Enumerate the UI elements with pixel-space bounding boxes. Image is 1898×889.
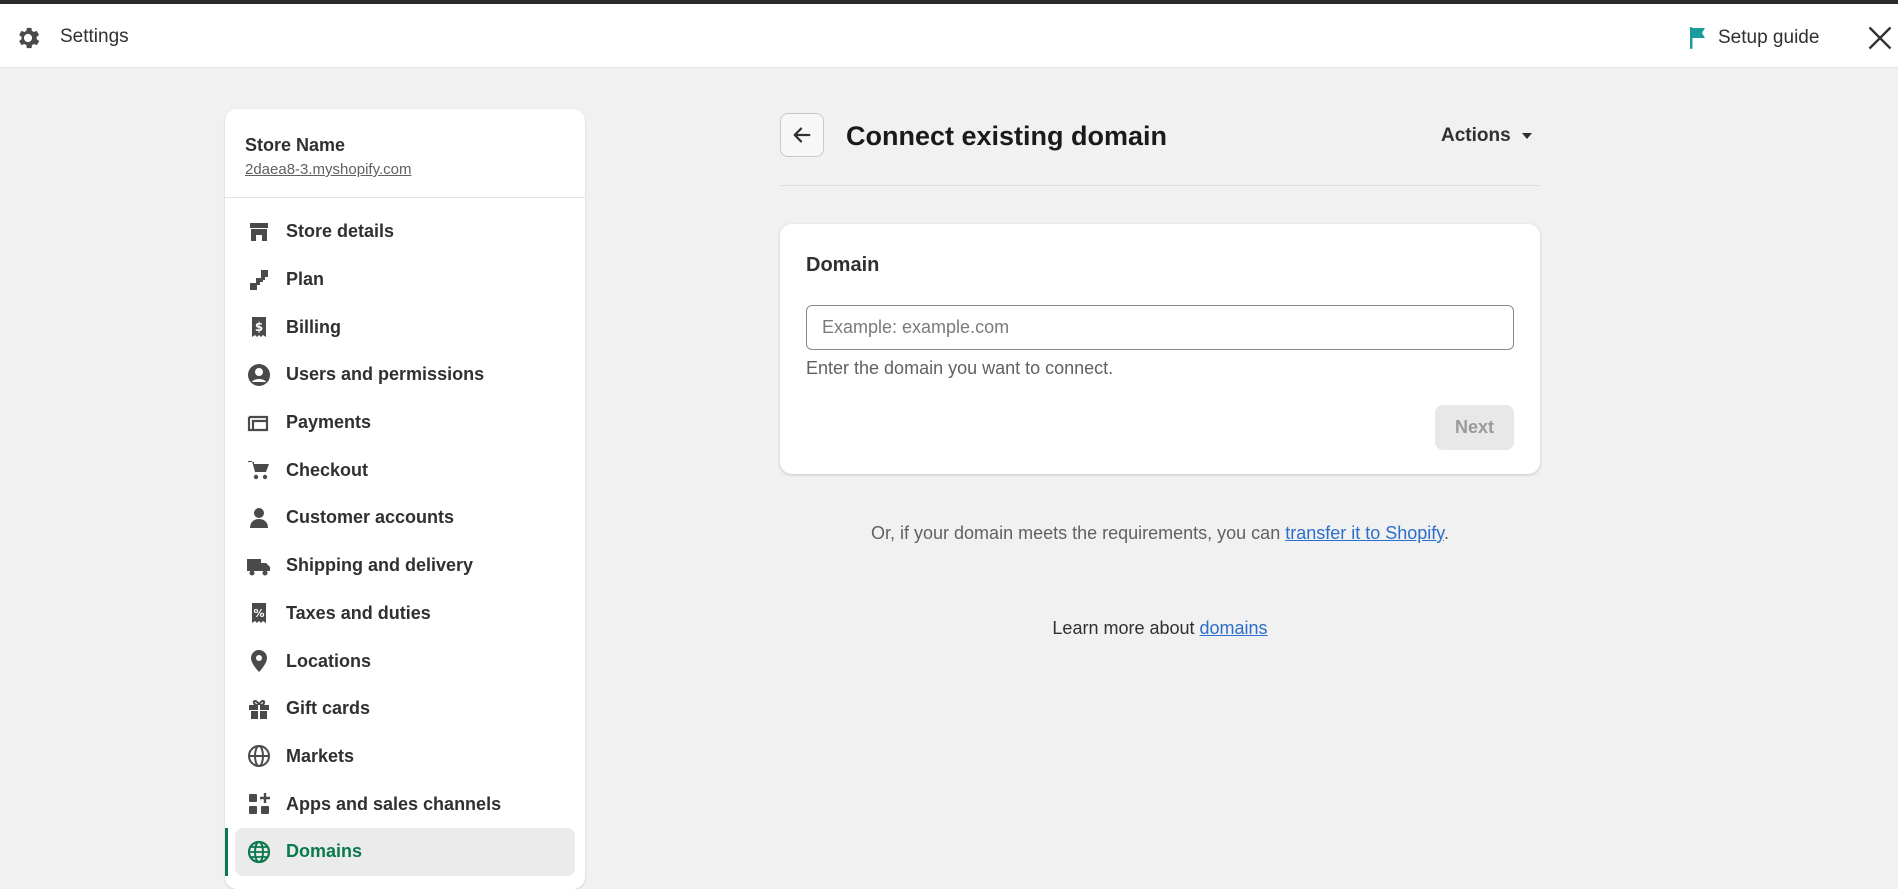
sidebar-item-taxes-and-duties[interactable]: % Taxes and duties — [235, 590, 575, 638]
learn-more-note: Learn more about domains — [780, 618, 1540, 639]
svg-text:%: % — [253, 607, 264, 620]
sidebar-item-users-and-permissions[interactable]: Users and permissions — [235, 351, 575, 399]
cart-icon — [245, 456, 273, 484]
sidebar-item-customer-accounts[interactable]: Customer accounts — [235, 494, 575, 542]
transfer-to-shopify-link[interactable]: transfer it to Shopify — [1285, 523, 1444, 543]
sidebar-item-markets[interactable]: Markets — [235, 733, 575, 781]
transfer-prefix: Or, if your domain meets the requirement… — [871, 523, 1286, 543]
sidebar-item-payments[interactable]: Payments — [235, 399, 575, 447]
domain-help-text: Enter the domain you want to connect. — [806, 358, 1114, 378]
next-button[interactable]: Next — [1435, 405, 1514, 450]
sidebar-item-billing[interactable]: $ Billing — [235, 303, 575, 351]
sidebar-item-label: Plan — [286, 269, 325, 290]
transfer-note: Or, if your domain meets the requirement… — [780, 523, 1540, 544]
store-url-link[interactable]: 2daea8-3.myshopify.com — [245, 161, 411, 178]
gift-icon — [245, 695, 273, 723]
payments-icon — [245, 409, 273, 437]
plan-icon — [245, 266, 273, 294]
sidebar-item-label: Apps and sales channels — [286, 793, 502, 814]
sidebar-item-shipping-and-delivery[interactable]: Shipping and delivery — [235, 542, 575, 590]
caret-down-icon — [1521, 133, 1532, 139]
domain-card: Domain Enter the domain you want to conn… — [780, 224, 1540, 474]
sidebar-item-label: Domains — [286, 841, 363, 862]
sidebar-item-domains[interactable]: Domains — [225, 827, 575, 876]
svg-text:$: $ — [255, 320, 263, 334]
truck-icon — [245, 552, 273, 580]
page-header: Connect existing domain Actions — [780, 113, 1540, 186]
store-header: Store Name 2daea8-3.myshopify.com — [225, 109, 585, 198]
settings-title: Settings — [60, 26, 129, 47]
sidebar-item-label: Billing — [286, 316, 341, 337]
sidebar-item-label: Payments — [286, 412, 372, 433]
gear-icon — [19, 27, 40, 49]
location-pin-icon — [245, 647, 273, 675]
apps-icon — [245, 790, 273, 818]
sidebar-item-label: Markets — [286, 745, 355, 766]
sidebar-item-checkout[interactable]: Checkout — [235, 446, 575, 494]
globe-markets-icon — [245, 742, 273, 770]
sidebar-item-locations[interactable]: Locations — [235, 637, 575, 685]
settings-sidebar: Store Name 2daea8-3.myshopify.com Store … — [225, 109, 585, 889]
setup-guide-label: Setup guide — [1718, 27, 1820, 48]
sidebar-item-label: Users and permissions — [286, 364, 485, 385]
person-icon — [245, 504, 273, 532]
sidebar-item-label: Gift cards — [286, 698, 371, 719]
domains-link[interactable]: domains — [1200, 618, 1268, 638]
settings-nav: Store details Plan $ Billing Users and p… — [225, 198, 585, 876]
billing-icon: $ — [245, 313, 273, 341]
card-title: Domain — [806, 254, 880, 276]
sidebar-item-label: Locations — [286, 650, 372, 671]
domain-input[interactable] — [806, 305, 1514, 350]
sidebar-item-gift-cards[interactable]: Gift cards — [235, 685, 575, 733]
setup-guide-button[interactable]: Setup guide — [1688, 24, 1819, 52]
active-indicator — [225, 827, 228, 876]
close-icon[interactable] — [1866, 24, 1894, 52]
sidebar-item-label: Taxes and duties — [286, 602, 431, 623]
sidebar-item-label: Checkout — [286, 459, 369, 480]
sidebar-item-store-details[interactable]: Store details — [235, 208, 575, 256]
sidebar-item-label: Shipping and delivery — [286, 555, 474, 576]
transfer-suffix: . — [1443, 523, 1449, 543]
store-name: Store Name — [245, 135, 346, 155]
user-circle-icon — [245, 361, 273, 389]
sidebar-item-apps-and-sales-channels[interactable]: Apps and sales channels — [235, 780, 575, 828]
settings-header: Settings Setup guide — [0, 4, 1898, 68]
store-icon — [245, 218, 273, 246]
tax-icon: % — [245, 599, 273, 627]
actions-menu-button[interactable]: Actions — [1441, 125, 1533, 147]
back-button[interactable] — [780, 113, 824, 157]
flag-icon — [1690, 27, 1705, 49]
learn-more-prefix: Learn more about — [1052, 618, 1200, 638]
page-title: Connect existing domain — [846, 121, 1168, 151]
sidebar-item-plan[interactable]: Plan — [235, 256, 575, 304]
sidebar-item-label: Store details — [286, 221, 395, 242]
arrow-left-icon — [793, 127, 811, 143]
globe-icon — [245, 838, 273, 866]
sidebar-item-label: Customer accounts — [286, 507, 455, 528]
actions-label: Actions — [1441, 125, 1511, 146]
